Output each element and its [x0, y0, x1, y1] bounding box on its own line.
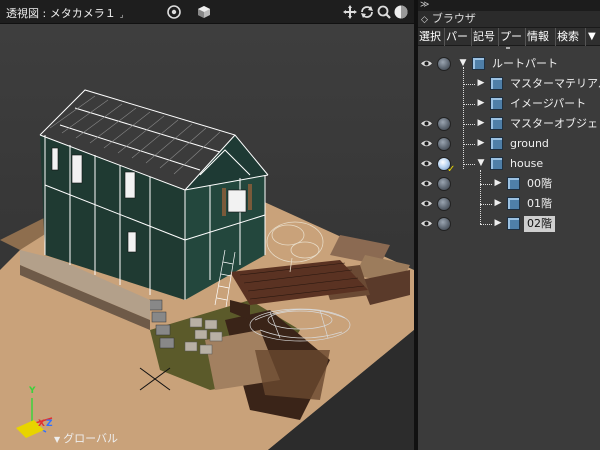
tree-item-label[interactable]: 02階 [524, 216, 555, 232]
tab-blocks[interactable]: プー [499, 28, 526, 46]
eye-icon[interactable] [420, 179, 433, 188]
visibility-toggle[interactable] [437, 217, 451, 231]
part-icon [490, 97, 503, 110]
tree-item-label[interactable]: マスターオブジェ [507, 116, 600, 132]
axis-x-label: X [38, 419, 45, 429]
browser-tabs: 選択 パー 記号 プー 情報 検索 ▼ [418, 28, 600, 46]
panel-title-bar[interactable]: ◇ ブラウザ [418, 11, 600, 28]
tree-item-label[interactable]: イメージパート [507, 96, 589, 112]
camera-dropdown-icon[interactable]: ⌟ [120, 10, 124, 19]
part-icon [490, 77, 503, 90]
expand-arrow-icon[interactable]: ▶ [476, 78, 486, 88]
target-icon[interactable] [166, 4, 182, 20]
tab-menu-icon[interactable]: ▼ [586, 28, 600, 46]
coordinate-mode-selector[interactable]: ▼ グローバル [54, 430, 118, 446]
tree-row[interactable]: ▶ イメージパート [418, 94, 600, 114]
move-icon[interactable] [342, 4, 358, 20]
shading-icon[interactable] [393, 4, 409, 20]
eye-icon[interactable] [420, 159, 433, 168]
tree-row[interactable]: ▶ 02階 [418, 214, 600, 234]
expand-arrow-icon[interactable]: ▶ [493, 198, 503, 208]
scene-render[interactable] [0, 24, 414, 450]
eye-icon[interactable] [420, 219, 433, 228]
tab-symbols[interactable]: 記号 [472, 28, 499, 46]
eye-icon[interactable] [420, 59, 433, 68]
part-icon [490, 157, 503, 170]
tree-row[interactable]: ✓ ▼ house [418, 154, 600, 175]
visibility-toggle[interactable] [437, 137, 451, 151]
visibility-toggle[interactable] [437, 57, 451, 71]
expand-arrow-icon[interactable]: ▶ [476, 118, 486, 128]
part-icon [490, 137, 503, 150]
tab-select[interactable]: 選択 [418, 28, 445, 46]
axis-y-label: Y [29, 386, 36, 396]
panel-title: ブラウザ [431, 12, 476, 25]
axis-z-label: Z [46, 419, 53, 429]
camera-title: 透視図 : メタカメラ１ [6, 7, 116, 20]
part-icon [507, 177, 520, 190]
panel-collapse-icon[interactable]: ≫ [418, 0, 600, 11]
tab-indicator [506, 47, 510, 49]
expand-arrow-icon[interactable]: ▶ [493, 218, 503, 228]
visibility-toggle[interactable] [437, 177, 451, 191]
visibility-toggle[interactable] [437, 197, 451, 211]
part-tree: ▼ ルートパート ▶ マスターマテリアル ▶ イメージパート ▶ マスターオブジェ ▶ groun… [418, 52, 600, 450]
rotate-icon[interactable] [359, 4, 375, 20]
visibility-toggle[interactable] [437, 117, 451, 131]
tree-row[interactable]: ▼ ルートパート [418, 54, 600, 74]
expand-arrow-icon[interactable]: ▶ [476, 138, 486, 148]
part-icon [472, 57, 485, 70]
browser-panel: ≫ ◇ ブラウザ 選択 パー 記号 プー 情報 検索 ▼ ▼ ルートパート ▶ マスター… [418, 0, 600, 450]
expand-arrow-icon[interactable]: ▶ [476, 98, 486, 108]
tree-item-label[interactable]: マスターマテリアル [507, 76, 600, 92]
tree-row[interactable]: ▶ 01階 [418, 194, 600, 214]
expand-arrow-icon[interactable]: ▼ [476, 158, 486, 168]
tree-item-label[interactable]: ルートパート [489, 56, 561, 72]
tree-item-label[interactable]: 01階 [524, 196, 555, 212]
eye-icon[interactable] [420, 139, 433, 148]
tree-row[interactable]: ▶ マスターマテリアル [418, 74, 600, 94]
tree-item-label[interactable]: 00階 [524, 176, 555, 192]
tree-row[interactable]: ▶ 00階 [418, 174, 600, 194]
camera-selector[interactable]: 透視図 : メタカメラ１ ⌟ [6, 5, 123, 21]
part-icon [507, 197, 520, 210]
diamond-icon: ◇ [421, 15, 428, 25]
part-icon [490, 117, 503, 130]
tree-item-label[interactable]: ground [507, 136, 552, 152]
coordinate-dropdown-icon[interactable]: ▼ [54, 435, 60, 444]
3d-viewport[interactable]: 透視図 : メタカメラ１ ⌟ Y X Z ▼ グローバル [0, 0, 414, 450]
tree-item-label[interactable]: house [507, 156, 546, 172]
tab-search[interactable]: 検索 [556, 28, 586, 46]
coordinate-mode-label: グローバル [63, 432, 119, 445]
tab-info[interactable]: 情報 [526, 28, 556, 46]
expand-arrow-icon[interactable]: ▶ [493, 178, 503, 188]
viewport-header: 透視図 : メタカメラ１ ⌟ [0, 0, 414, 24]
expand-arrow-icon[interactable]: ▼ [458, 58, 468, 68]
tab-parts[interactable]: パー [445, 28, 472, 46]
zoom-icon[interactable] [376, 4, 392, 20]
tree-row[interactable]: ▶ ground [418, 134, 600, 154]
eye-icon[interactable] [420, 199, 433, 208]
eye-icon[interactable] [420, 119, 433, 128]
tree-row[interactable]: ▶ マスターオブジェ [418, 114, 600, 134]
cube-icon[interactable] [196, 4, 212, 20]
part-icon [507, 217, 520, 230]
